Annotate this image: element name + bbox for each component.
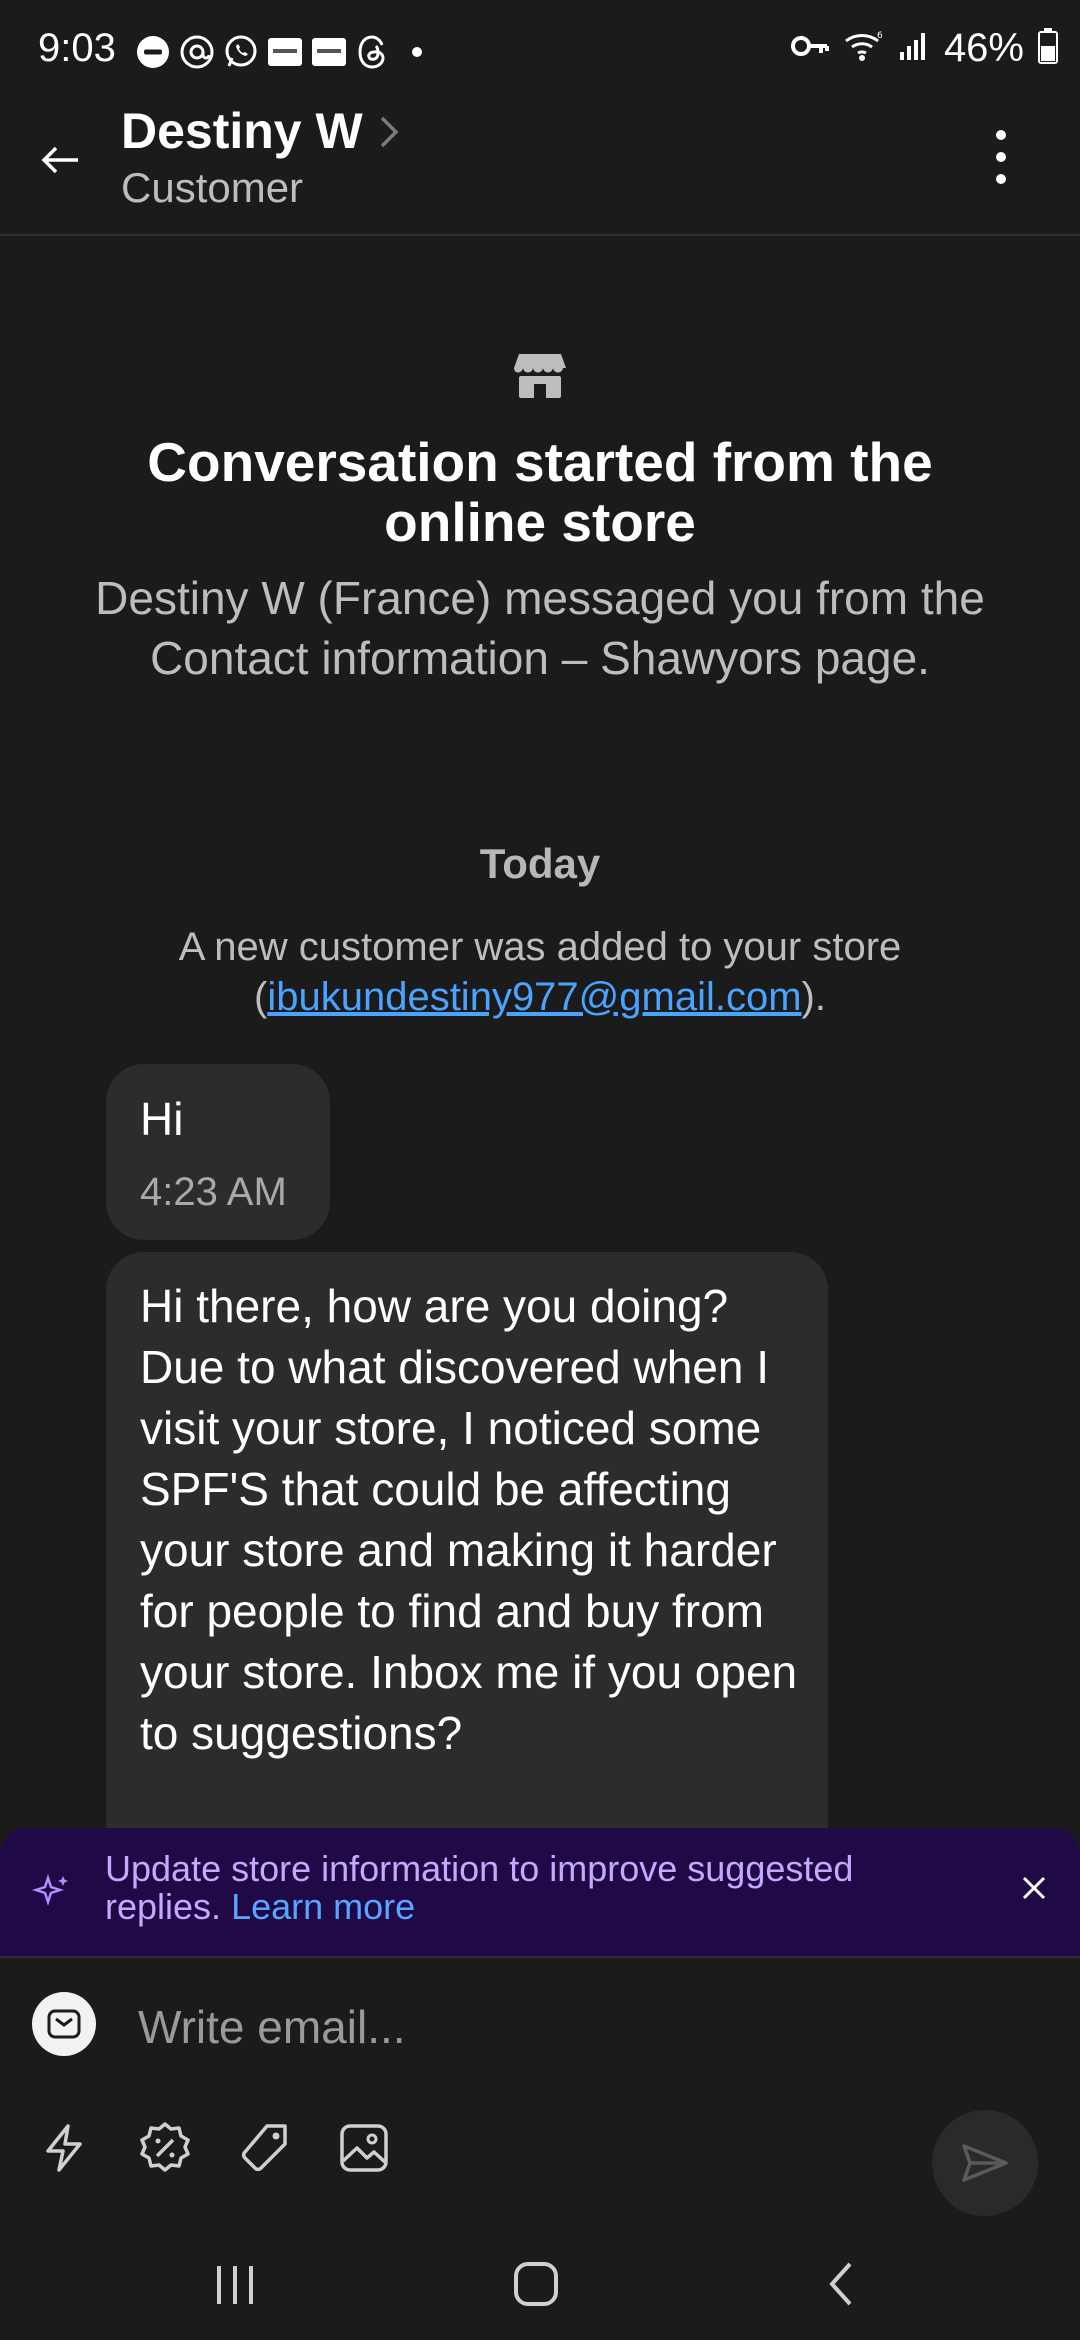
whatsapp-icon [222, 33, 260, 71]
status-bar: 9:03 6 46% [0, 0, 1080, 100]
app-notification-icon-2 [310, 33, 348, 71]
suggested-replies-banner: Update store information to improve sugg… [0, 1828, 1080, 1956]
lightning-icon [46, 2124, 82, 2172]
image-icon [340, 2124, 388, 2172]
product-tag-button[interactable] [235, 2118, 295, 2178]
close-icon [1022, 1876, 1046, 1900]
do-not-disturb-icon [134, 33, 172, 71]
close-banner-button[interactable] [1016, 1870, 1052, 1906]
day-separator: Today [479, 840, 601, 887]
system-back-button[interactable] [806, 2254, 876, 2314]
email-icon [47, 2009, 81, 2039]
discount-button[interactable] [135, 2118, 195, 2178]
tag-icon [241, 2124, 287, 2172]
message-text: Hi [140, 1093, 184, 1145]
banner-message: Update store information to improve sugg… [105, 1850, 925, 1926]
message-bubble[interactable]: Hi there, how are you doing? Due to what… [106, 1252, 828, 1892]
system-message: A new customer was added to your store (… [110, 922, 970, 1022]
back-button[interactable] [28, 128, 92, 192]
attach-image-button[interactable] [334, 2118, 394, 2178]
customer-email-link[interactable]: ibukundestiny977@gmail.com [267, 975, 801, 1019]
more-notifications-dot-icon [398, 33, 436, 71]
app-notification-icon [266, 33, 304, 71]
discount-badge-icon [140, 2122, 190, 2172]
system-message-suffix: ). [801, 975, 826, 1019]
recent-apps-icon [217, 2266, 253, 2304]
conversation-origin-subtitle: Destiny W (France) messaged you from the… [95, 572, 985, 684]
chevron-right-icon[interactable] [378, 112, 402, 157]
svg-text:6: 6 [877, 31, 883, 41]
send-button[interactable] [932, 2110, 1038, 2216]
message-bubble[interactable]: Hi 4:23 AM [106, 1064, 330, 1240]
signal-icon [898, 30, 930, 67]
home-icon [514, 2262, 558, 2306]
status-time: 9:03 [38, 26, 116, 70]
recent-apps-button[interactable] [200, 2254, 270, 2314]
chevron-left-icon [829, 2262, 852, 2306]
vpn-key-icon [790, 31, 830, 66]
notification-icons [134, 30, 436, 74]
message-text: Hi there, how are you doing? Due to what… [140, 1280, 798, 1759]
sparkle-icon [32, 1872, 72, 1912]
back-arrow-icon [41, 146, 78, 174]
more-vertical-icon [996, 130, 1006, 184]
email-channel-button[interactable] [32, 1992, 96, 2056]
conversation-origin-title: Conversation started from the online sto… [147, 431, 933, 553]
message-timestamp: 4:23 AM [140, 1170, 287, 1214]
quick-reply-button[interactable] [34, 2118, 94, 2178]
contact-role: Customer [121, 164, 304, 211]
threads-icon [354, 33, 392, 71]
learn-more-link[interactable]: Learn more [231, 1886, 415, 1927]
send-icon [962, 2144, 1008, 2182]
conversation-header: Destiny W Customer [0, 100, 1080, 236]
system-status-icons: 6 46% [790, 26, 1058, 71]
battery-icon [1038, 28, 1058, 69]
banner-text: Update store information to improve sugg… [105, 1848, 854, 1927]
more-options-button[interactable] [976, 122, 1026, 192]
wifi-icon: 6 [844, 29, 884, 68]
storefront-icon [513, 352, 567, 400]
battery-percentage: 46% [943, 26, 1024, 70]
threads-at-icon [178, 33, 216, 71]
write-email-input[interactable] [136, 1994, 920, 2060]
contact-name[interactable]: Destiny W [121, 102, 363, 160]
system-navigation-bar [0, 2226, 1080, 2340]
home-button[interactable] [501, 2254, 571, 2314]
composer-toolbar [0, 2118, 1080, 2208]
